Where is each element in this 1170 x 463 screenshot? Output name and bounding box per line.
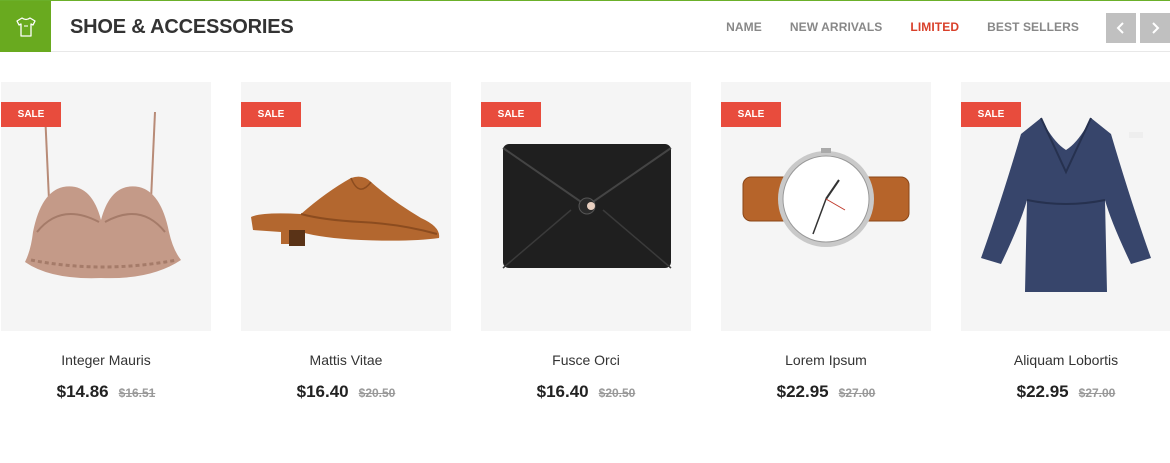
price-row: $16.40 $20.50 bbox=[481, 382, 691, 402]
chevron-left-icon bbox=[1116, 22, 1124, 34]
product-image[interactable]: SALE bbox=[721, 82, 931, 331]
price-row: $16.40 $20.50 bbox=[241, 382, 451, 402]
product-old-price: $20.50 bbox=[358, 386, 396, 400]
price-row: $14.86 $16.51 bbox=[1, 382, 211, 402]
product-old-price: $16.51 bbox=[118, 386, 156, 400]
product-grid: SALE Integer Mauris $14.86 $16.51 SALE Ma… bbox=[1, 82, 1170, 412]
product-price: $22.95 bbox=[776, 382, 829, 401]
section-title: SHOE & ACCESSORIES bbox=[70, 16, 294, 38]
product-card[interactable]: SALE Lorem Ipsum $22.95 $27.00 bbox=[721, 82, 931, 401]
product-image[interactable]: SALE bbox=[1, 82, 211, 331]
product-card[interactable]: SALE Fusce Orci $16.40 $20.50 bbox=[481, 82, 691, 401]
product-name[interactable]: Lorem Ipsum bbox=[721, 352, 931, 368]
product-price: $16.40 bbox=[296, 382, 349, 401]
product-card[interactable]: SALE Aliquam Lobortis $22.95 $27.00 bbox=[961, 82, 1170, 401]
category-tabs: NAME NEW ARRIVALS LIMITED BEST SELLERS bbox=[698, 1, 1079, 52]
product-name[interactable]: Aliquam Lobortis bbox=[961, 352, 1170, 368]
tab-name[interactable]: NAME bbox=[726, 1, 762, 52]
tab-best-sellers[interactable]: BEST SELLERS bbox=[987, 1, 1079, 52]
tab-limited[interactable]: LIMITED bbox=[910, 1, 959, 52]
product-card[interactable]: SALE Integer Mauris $14.86 $16.51 bbox=[1, 82, 211, 401]
sale-badge: SALE bbox=[481, 102, 541, 127]
product-price: $22.95 bbox=[1016, 382, 1069, 401]
price-row: $22.95 $27.00 bbox=[961, 382, 1170, 402]
product-image[interactable]: SALE bbox=[961, 82, 1170, 331]
tab-new-arrivals[interactable]: NEW ARRIVALS bbox=[790, 1, 883, 52]
product-card[interactable]: SALE Mattis Vitae $16.40 $20.50 bbox=[241, 82, 451, 401]
product-image[interactable]: SALE bbox=[481, 82, 691, 331]
sale-badge: SALE bbox=[961, 102, 1021, 127]
product-old-price: $27.00 bbox=[1078, 386, 1116, 400]
product-price: $14.86 bbox=[56, 382, 109, 401]
sale-badge: SALE bbox=[1, 102, 61, 127]
sale-badge: SALE bbox=[241, 102, 301, 127]
price-row: $22.95 $27.00 bbox=[721, 382, 931, 402]
sale-badge: SALE bbox=[721, 102, 781, 127]
product-name[interactable]: Mattis Vitae bbox=[241, 352, 451, 368]
product-name[interactable]: Integer Mauris bbox=[1, 352, 211, 368]
product-old-price: $20.50 bbox=[598, 386, 636, 400]
prev-button[interactable] bbox=[1106, 13, 1136, 43]
product-name[interactable]: Fusce Orci bbox=[481, 352, 691, 368]
product-old-price: $27.00 bbox=[838, 386, 876, 400]
section-header: SHOE & ACCESSORIES NAME NEW ARRIVALS LIM… bbox=[0, 0, 1170, 52]
chevron-right-icon bbox=[1152, 22, 1160, 34]
product-price: $16.40 bbox=[536, 382, 589, 401]
shirt-icon bbox=[0, 1, 51, 52]
product-image[interactable]: SALE bbox=[241, 82, 451, 331]
next-button[interactable] bbox=[1140, 13, 1170, 43]
